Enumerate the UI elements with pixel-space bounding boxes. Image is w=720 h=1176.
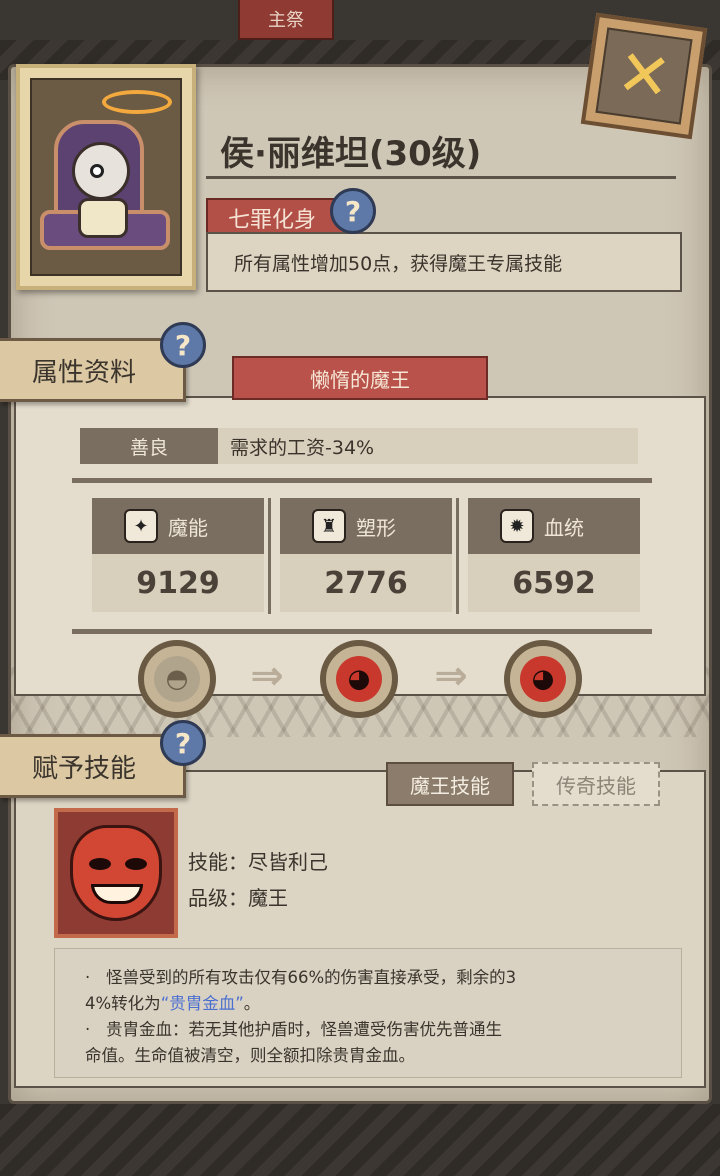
grinning-demon-icon	[70, 825, 162, 921]
skills-section-tab: 赋予技能	[0, 734, 186, 798]
stat-shape-header: ♜ 塑形	[280, 498, 452, 554]
character-portrait	[16, 64, 196, 290]
evolution-arrow-icon: ⇒	[434, 653, 468, 699]
stat-divider	[456, 498, 459, 614]
trait-description: 所有属性增加50点，获得魔王专属技能	[206, 232, 682, 292]
demon-eye	[125, 858, 147, 870]
character-body	[78, 198, 128, 238]
demon-mouth	[91, 884, 143, 904]
title-banner: 懒惰的魔王	[232, 356, 488, 400]
stat-shape: ♜ 塑形 2776	[280, 498, 452, 614]
gear-sun-icon: ✹	[500, 509, 534, 543]
halo-icon	[102, 90, 172, 114]
name-divider	[206, 176, 676, 179]
tab-legendary-skill[interactable]: 传奇技能	[532, 762, 660, 806]
demon-face-icon: ◕	[336, 656, 382, 702]
skill-description: · 怪兽受到的所有攻击仅有66%的伤害直接承受，剩余的3 4%转化为“贵胄金血”…	[54, 948, 682, 1078]
portrait-art	[30, 78, 182, 276]
skill-name: 技能：尽皆利己	[188, 850, 328, 874]
footer-pattern-strip	[0, 1104, 720, 1176]
stat-magic: ✦ 魔能 9129	[92, 498, 264, 614]
stat-divider	[268, 498, 271, 614]
stat-magic-header: ✦ 魔能	[92, 498, 264, 554]
demon-eye	[89, 858, 111, 870]
close-icon: ✕	[595, 27, 693, 125]
skills-help-icon[interactable]: ?	[160, 720, 206, 766]
desc-line: 命值。生命值被清空，则全额扣除贵胄金血。	[85, 1046, 415, 1065]
alignment-effect: 需求的工资-34%	[218, 428, 638, 464]
close-button[interactable]: ✕	[580, 12, 708, 140]
stat-bloodline: ✹ 血统 6592	[468, 498, 640, 614]
stat-magic-name: 魔能	[168, 515, 208, 540]
desc-line: · 贵胄金血：若无其他护盾时，怪兽遭受伤害优先普通生	[85, 1020, 502, 1039]
demon-face-icon: ◕	[520, 656, 566, 702]
stat-bloodline-name: 血统	[544, 515, 584, 540]
attributes-section-tab: 属性资料	[0, 338, 186, 402]
evolution-arrow-icon: ⇒	[250, 653, 284, 699]
golden-blood-keyword: “贵胄金血”	[160, 994, 244, 1013]
stat-bloodline-header: ✹ 血统	[468, 498, 640, 554]
stat-shape-name: 塑形	[356, 515, 396, 540]
tab-demon-king-skill[interactable]: 魔王技能	[386, 762, 514, 806]
body-armor-icon: ♜	[312, 509, 346, 543]
tab-main-priest[interactable]: 主祭	[238, 0, 334, 40]
stat-shape-value: 2776	[280, 554, 452, 612]
hooded-figure-icon: ◓	[154, 656, 200, 702]
flame-claw-icon: ✦	[124, 509, 158, 543]
evolution-stage-1[interactable]: ◓	[138, 640, 216, 718]
evolution-stage-2[interactable]: ◕	[320, 640, 398, 718]
character-eye	[90, 164, 104, 178]
alignment-label: 善良	[80, 428, 218, 464]
stat-magic-value: 9129	[92, 554, 264, 612]
evolution-stage-3[interactable]: ◕	[504, 640, 582, 718]
skill-icon	[54, 808, 178, 938]
attributes-help-icon[interactable]: ?	[160, 322, 206, 368]
desc-line: · 怪兽受到的所有攻击仅有66%的伤害直接承受，剩余的3	[85, 968, 517, 987]
skill-grade: 品级：魔王	[188, 886, 288, 910]
desc-line: 4%转化为“贵胄金血”。	[85, 994, 261, 1013]
trait-help-icon[interactable]: ?	[330, 188, 376, 234]
stat-bloodline-value: 6592	[468, 554, 640, 612]
character-name: 侯·丽维坦(30级)	[220, 134, 482, 174]
